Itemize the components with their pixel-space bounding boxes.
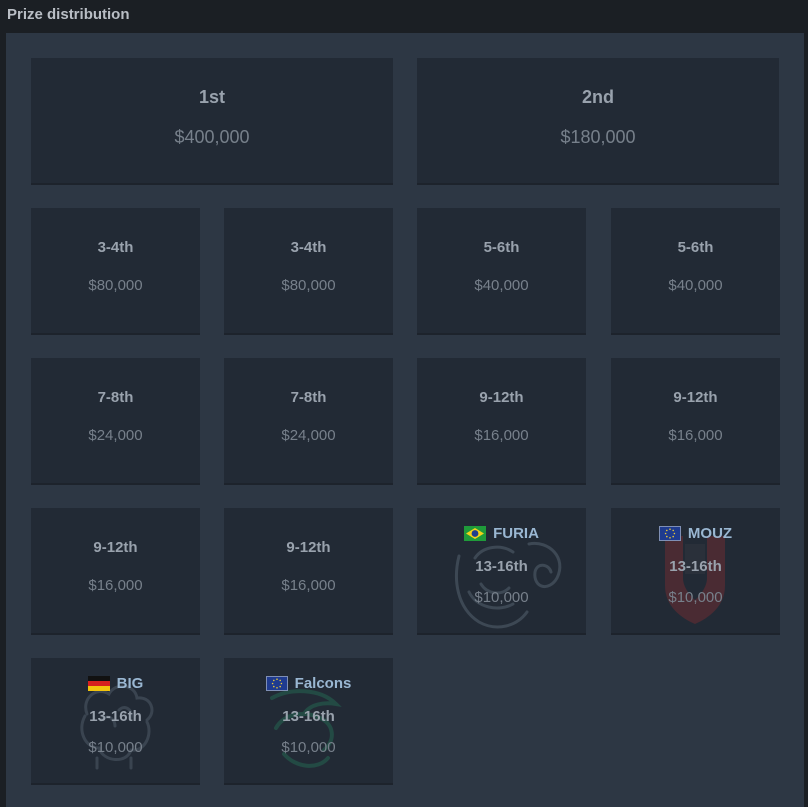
team-line: BIG xyxy=(31,675,200,692)
prize-card: 3-4th $80,000 xyxy=(224,208,393,333)
brazil-flag-icon xyxy=(464,526,487,541)
team-line: FURIA xyxy=(417,525,586,542)
prize-amount: $80,000 xyxy=(88,277,143,294)
prize-amount: $16,000 xyxy=(88,577,143,594)
prize-place: 3-4th xyxy=(290,239,327,256)
team-line: MOUZ xyxy=(611,525,780,542)
prize-card-mouz: MOUZ 13-16th $10,000 xyxy=(611,508,780,633)
prize-card: 5-6th $40,000 xyxy=(611,208,780,333)
prize-place: 13-16th xyxy=(475,558,528,575)
prize-panel: 1st $400,000 2nd $180,000 3-4th $80,000 … xyxy=(6,33,804,807)
prize-amount: $180,000 xyxy=(560,127,636,147)
prize-card: 9-12th $16,000 xyxy=(611,358,780,483)
prize-amount: $10,000 xyxy=(668,589,723,606)
prize-card: 5-6th $40,000 xyxy=(417,208,586,333)
prize-place: 13-16th xyxy=(282,708,335,725)
section-title: Prize distribution xyxy=(7,6,130,23)
prize-card-big: BIG 13-16th $10,000 xyxy=(31,658,200,783)
prize-amount: $16,000 xyxy=(668,427,723,444)
prize-card-1st: 1st $400,000 xyxy=(31,58,393,183)
team-name[interactable]: FURIA xyxy=(493,525,539,542)
prize-amount: $24,000 xyxy=(281,427,336,444)
prize-card: 9-12th $16,000 xyxy=(224,508,393,633)
germany-flag-icon xyxy=(87,676,110,691)
team-name[interactable]: BIG xyxy=(117,675,144,692)
section-header: Prize distribution xyxy=(0,0,808,33)
team-name[interactable]: Falcons xyxy=(295,675,352,692)
prize-place: 5-6th xyxy=(483,239,520,256)
prize-amount: $400,000 xyxy=(174,127,250,147)
prize-place: 9-12th xyxy=(673,389,718,406)
prize-card-2nd: 2nd $180,000 xyxy=(417,58,779,183)
prize-place: 3-4th xyxy=(97,239,134,256)
prize-amount: $40,000 xyxy=(668,277,723,294)
prize-amount: $10,000 xyxy=(88,739,143,756)
prize-place: 7-8th xyxy=(97,389,134,406)
prize-card: 3-4th $80,000 xyxy=(31,208,200,333)
prize-place: 9-12th xyxy=(286,539,331,556)
prize-amount: $16,000 xyxy=(474,427,529,444)
prize-amount: $10,000 xyxy=(281,739,336,756)
prize-card-furia: FURIA 13-16th $10,000 xyxy=(417,508,586,633)
prize-amount: $40,000 xyxy=(474,277,529,294)
prize-amount: $16,000 xyxy=(281,577,336,594)
prize-place: 7-8th xyxy=(290,389,327,406)
eu-flag-icon xyxy=(265,676,288,691)
prize-place: 9-12th xyxy=(93,539,138,556)
prize-amount: $10,000 xyxy=(474,589,529,606)
prize-place: 13-16th xyxy=(669,558,722,575)
prize-card: 9-12th $16,000 xyxy=(31,508,200,633)
prize-card-falcons: Falcons 13-16th $10,000 xyxy=(224,658,393,783)
prize-place: 9-12th xyxy=(479,389,524,406)
prize-card: 7-8th $24,000 xyxy=(224,358,393,483)
team-line: Falcons xyxy=(224,675,393,692)
team-name[interactable]: MOUZ xyxy=(688,525,732,542)
prize-place: 13-16th xyxy=(89,708,142,725)
prize-place: 5-6th xyxy=(677,239,714,256)
prize-place: 1st xyxy=(198,87,225,107)
prize-card: 7-8th $24,000 xyxy=(31,358,200,483)
prize-card: 9-12th $16,000 xyxy=(417,358,586,483)
prize-place: 2nd xyxy=(581,87,614,107)
prize-amount: $24,000 xyxy=(88,427,143,444)
eu-flag-icon xyxy=(658,526,681,541)
prize-amount: $80,000 xyxy=(281,277,336,294)
